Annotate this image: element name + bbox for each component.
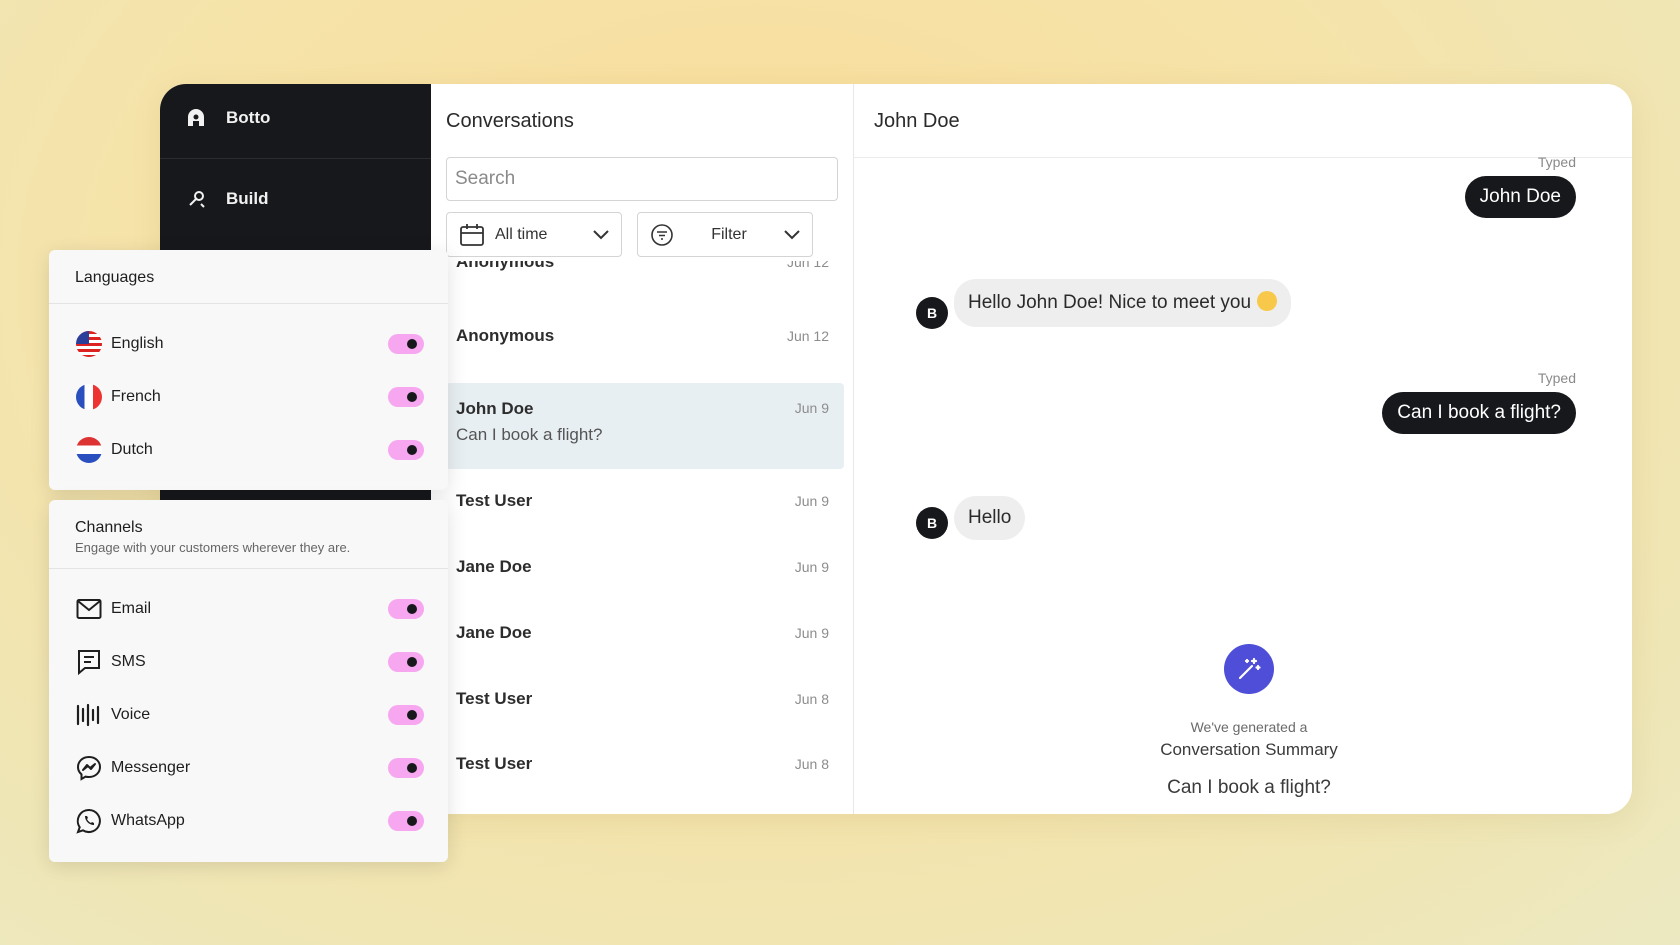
- email-icon: [76, 599, 102, 619]
- conversation-row[interactable]: Jane Doe Jun 9: [446, 557, 844, 587]
- typed-label: Typed: [1537, 154, 1576, 170]
- voice-toggle[interactable]: [388, 705, 424, 725]
- brand-label: Botto: [226, 108, 271, 127]
- conversation-row-selected[interactable]: John Doe Jun 9 Can I book a flight?: [446, 383, 844, 469]
- filter-label: Filter: [711, 225, 747, 243]
- channel-row-messenger: Messenger: [75, 753, 424, 783]
- netherlands-flag-icon: [76, 437, 102, 463]
- chevron-down-icon: [593, 229, 609, 239]
- dutch-toggle[interactable]: [388, 440, 424, 460]
- bot-message: Hello: [954, 496, 1026, 540]
- summary-text: Can I book a flight?: [1167, 777, 1331, 798]
- user-message: John Doe: [1464, 176, 1576, 218]
- summary-heading: Conversation Summary: [1160, 740, 1338, 759]
- user-message: Can I book a flight?: [1382, 392, 1576, 434]
- chat-panel: John Doe Typed John Doe B Hello John Doe…: [854, 84, 1632, 814]
- conversations-panel: Conversations All time Filter Anonymous …: [431, 84, 854, 814]
- us-flag-icon: [76, 331, 102, 357]
- sms-toggle[interactable]: [388, 652, 424, 672]
- language-row-french: French: [75, 382, 424, 412]
- france-flag-icon: [76, 384, 102, 410]
- bot-avatar: B: [916, 297, 948, 329]
- chat-title: John Doe: [874, 110, 960, 132]
- channel-row-email: Email: [75, 594, 424, 624]
- bot-message: Hello John Doe! Nice to meet you: [954, 279, 1292, 327]
- card-subtitle: Engage with your customers wherever they…: [75, 540, 351, 555]
- languages-card: Languages English French Dutch: [49, 250, 448, 490]
- chevron-down-icon: [784, 229, 800, 239]
- french-toggle[interactable]: [388, 387, 424, 407]
- bot-avatar: B: [916, 507, 948, 539]
- time-range-label: All time: [495, 225, 548, 243]
- voice-icon: [76, 703, 100, 727]
- smiling-emoji-icon: [1257, 291, 1278, 311]
- conversation-row[interactable]: Anonymous Jun 12: [446, 326, 844, 356]
- conversation-row[interactable]: Test User Jun 9: [446, 491, 844, 521]
- messenger-icon: [76, 755, 102, 781]
- search-input[interactable]: [446, 157, 838, 201]
- calendar-icon: [460, 223, 484, 246]
- brand[interactable]: Botto: [186, 108, 270, 128]
- card-title: Channels: [75, 519, 143, 536]
- language-row-dutch: Dutch: [75, 435, 424, 465]
- panel-title: Conversations: [446, 110, 574, 132]
- channel-row-sms: SMS: [75, 647, 424, 677]
- filter-icon: [651, 223, 673, 246]
- channels-card: Channels Engage with your customers wher…: [49, 500, 448, 862]
- messenger-toggle[interactable]: [388, 758, 424, 778]
- conversation-row[interactable]: Test User Jun 8: [446, 754, 844, 784]
- magic-wand-icon: [1238, 657, 1261, 680]
- language-row-english: English: [75, 329, 424, 359]
- english-toggle[interactable]: [388, 334, 424, 354]
- filter-dropdown[interactable]: Filter: [637, 212, 813, 257]
- conversation-preview: Can I book a flight?: [456, 425, 603, 444]
- summary-intro: We've generated a: [1190, 719, 1308, 735]
- card-title: Languages: [75, 269, 155, 286]
- conversation-row[interactable]: Test User Jun 8: [446, 689, 844, 719]
- botto-logo-icon: [188, 109, 204, 126]
- sidebar-item-build[interactable]: Build: [186, 189, 269, 209]
- whatsapp-icon: [76, 808, 101, 834]
- time-range-dropdown[interactable]: All time: [446, 212, 622, 257]
- typed-label: Typed: [1537, 370, 1576, 386]
- whatsapp-toggle[interactable]: [388, 811, 424, 831]
- sms-icon: [78, 650, 100, 675]
- generate-summary-button[interactable]: [1224, 644, 1274, 694]
- channel-row-whatsapp: WhatsApp: [75, 806, 424, 836]
- conversation-row[interactable]: Jane Doe Jun 9: [446, 623, 844, 653]
- channel-row-voice: Voice: [75, 700, 424, 730]
- scrolled-row-fragment: Anonymous Jun 12: [456, 261, 829, 271]
- chat-divider: [854, 157, 1632, 158]
- wrench-icon: [189, 191, 205, 208]
- email-toggle[interactable]: [388, 599, 424, 619]
- sidebar-divider: [160, 158, 431, 159]
- sidebar-item-label: Build: [226, 189, 269, 208]
